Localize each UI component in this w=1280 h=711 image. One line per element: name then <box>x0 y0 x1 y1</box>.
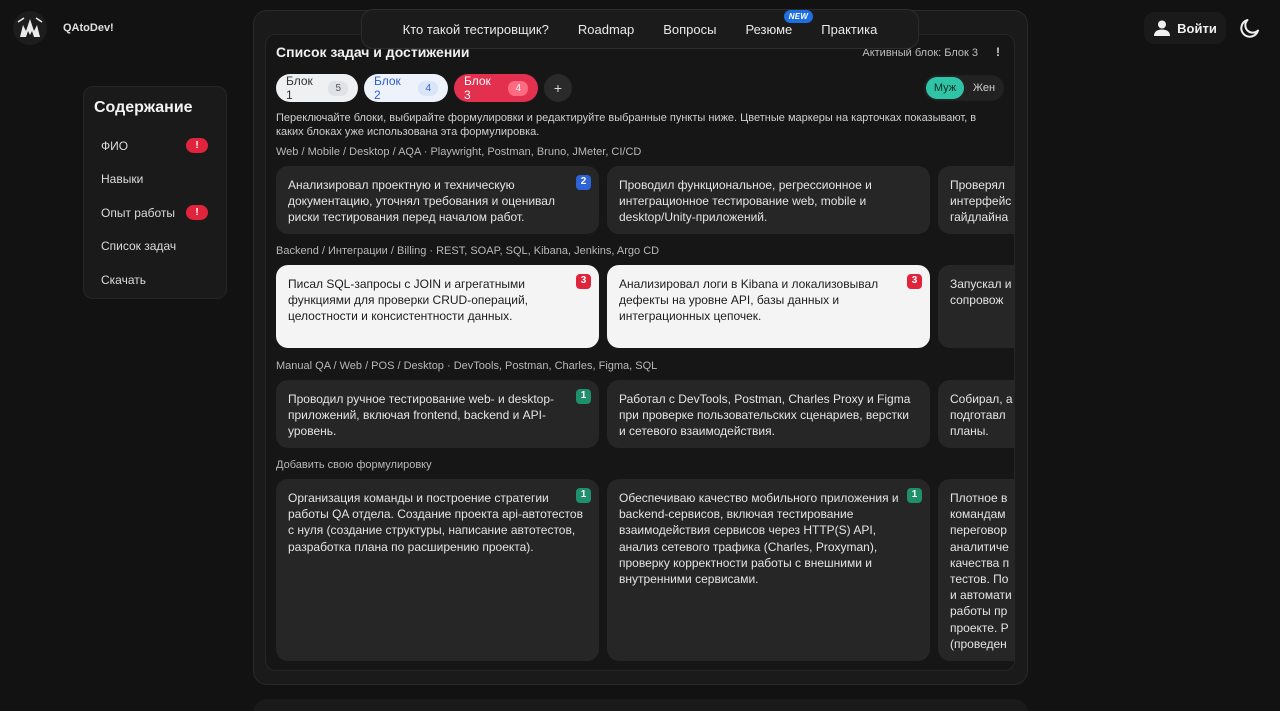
card-text: Собирал, а подготавл планы. <box>950 392 1013 439</box>
section-label: Backend / Интеграции / Billing · REST, S… <box>276 245 660 257</box>
brand-name[interactable]: QAtoDev! <box>63 22 114 34</box>
phrase-card-selected[interactable]: Анализировал логи в Kibana и локализовыв… <box>607 265 930 348</box>
sidebar-item-tasks[interactable]: Список задач <box>94 230 216 264</box>
sidebar-item-label: ФИО <box>101 138 129 153</box>
block-marker: 1 <box>576 488 591 503</box>
phrase-card[interactable]: Собирал, а подготавл планы. <box>938 380 1014 448</box>
phrase-card[interactable]: Запускал и сопровож <box>938 265 1014 348</box>
next-panel <box>253 699 1028 711</box>
card-text: Проверял интерфейс гайдлайна <box>950 178 1012 225</box>
sidebar-item-skills[interactable]: Навыки <box>94 163 216 197</box>
nav-resume-label: Резюме <box>745 21 793 37</box>
card-text: Анализировал логи в Kibana и локализовыв… <box>619 277 879 324</box>
phrase-card-selected[interactable]: Писал SQL-запросы с JOIN и агрегатными ф… <box>276 265 599 348</box>
phrase-card[interactable]: Проводил ручное тестирование web- и desk… <box>276 380 599 448</box>
sidebar-item-download[interactable]: Скачать <box>94 263 216 297</box>
block-marker: 1 <box>907 488 922 503</box>
phrase-card[interactable]: Работал с DevTools, Postman, Charles Pro… <box>607 380 930 448</box>
tasks-panel: Список задач и достижений Активный блок:… <box>265 34 1015 671</box>
login-label: Войти <box>1177 20 1217 36</box>
sidebar-item-experience[interactable]: Опыт работы ! <box>94 196 216 230</box>
active-block-alert: ! <box>996 45 1000 59</box>
custom-phrase-card[interactable]: Плотное в командам переговор аналитиче к… <box>938 479 1014 661</box>
tab-label: Блок 3 <box>464 74 491 102</box>
phrase-card[interactable]: Проводил функциональное, регрессионное и… <box>607 166 930 234</box>
block-marker: 3 <box>576 274 591 289</box>
tab-block-1[interactable]: Блок 1 5 <box>276 74 358 102</box>
gender-toggle: Муж Жен <box>924 75 1004 101</box>
nav-resume[interactable]: Резюме NEW <box>745 9 814 37</box>
logo-icon <box>13 11 47 45</box>
nav-questions[interactable]: Вопросы <box>663 22 716 37</box>
block-marker: 3 <box>907 274 922 289</box>
card-text: Работал с DevTools, Postman, Charles Pro… <box>619 392 911 439</box>
new-badge: NEW <box>783 9 814 23</box>
sidebar-title: Содержание <box>94 99 193 116</box>
phrase-card[interactable]: Анализировал проектную и техническую док… <box>276 166 599 234</box>
card-text: Проводил функциональное, регрессионное и… <box>619 178 872 225</box>
login-button[interactable]: Войти <box>1144 12 1226 44</box>
card-text: Запускал и сопровож <box>950 277 1012 308</box>
section-label: Manual QA / Web / POS / Desktop · DevToo… <box>276 360 658 372</box>
sidebar-item-label: Список задач <box>101 239 177 254</box>
contents-sidebar: Содержание ФИО ! Навыки Опыт работы ! Сп… <box>83 86 227 299</box>
alert-badge: ! <box>186 205 208 221</box>
tab-block-3[interactable]: Блок 3 4 <box>454 74 538 102</box>
section-label: Web / Mobile / Desktop / AQA · Playwrigh… <box>276 146 642 158</box>
card-text: Обеспечиваю качество мобильного приложен… <box>619 491 899 587</box>
sidebar-item-label: Навыки <box>101 172 144 187</box>
sidebar-item-label: Скачать <box>101 272 146 287</box>
gender-female-option[interactable]: Жен <box>966 77 1002 99</box>
panel-hint: Переключайте блоки, выбирайте формулиров… <box>276 112 977 138</box>
card-text: Проводил ручное тестирование web- и desk… <box>288 392 555 439</box>
nav-roadmap[interactable]: Roadmap <box>578 22 634 37</box>
sidebar-item-label: Опыт работы <box>101 205 176 220</box>
add-block-button[interactable]: + <box>544 74 572 102</box>
block-tabs: Блок 1 5 Блок 2 4 Блок 3 4 + <box>276 74 572 102</box>
card-text: Писал SQL-запросы с JOIN и агрегатными ф… <box>288 277 528 324</box>
top-navigation: Кто такой тестировщик? Roadmap Вопросы Р… <box>361 9 919 49</box>
custom-phrase-card[interactable]: Обеспечиваю качество мобильного приложен… <box>607 479 930 661</box>
nav-who-is-tester[interactable]: Кто такой тестировщик? <box>403 22 549 37</box>
tab-block-2[interactable]: Блок 2 4 <box>364 74 448 102</box>
tab-count: 4 <box>418 80 438 96</box>
alert-badge: ! <box>186 138 208 154</box>
gender-male-option[interactable]: Муж <box>926 77 964 99</box>
user-icon <box>1154 20 1171 36</box>
section-label: Добавить свою формулировку <box>276 459 432 471</box>
tab-label: Блок 1 <box>286 74 313 102</box>
block-marker: 1 <box>576 389 591 404</box>
card-text: Организация команды и построение стратег… <box>288 491 583 554</box>
block-marker: 2 <box>576 175 591 190</box>
card-text: Анализировал проектную и техническую док… <box>288 178 555 225</box>
tab-count: 5 <box>328 80 348 96</box>
moon-icon[interactable] <box>1238 16 1262 40</box>
tab-count: 4 <box>508 80 528 96</box>
card-text: Плотное в командам переговор аналитиче к… <box>950 491 1012 651</box>
custom-phrase-card[interactable]: Организация команды и построение стратег… <box>276 479 599 661</box>
tab-label: Блок 2 <box>374 74 401 102</box>
phrase-card[interactable]: Проверял интерфейс гайдлайна <box>938 166 1014 234</box>
sidebar-item-fio[interactable]: ФИО ! <box>94 129 216 163</box>
nav-practice[interactable]: Практика <box>821 22 877 37</box>
